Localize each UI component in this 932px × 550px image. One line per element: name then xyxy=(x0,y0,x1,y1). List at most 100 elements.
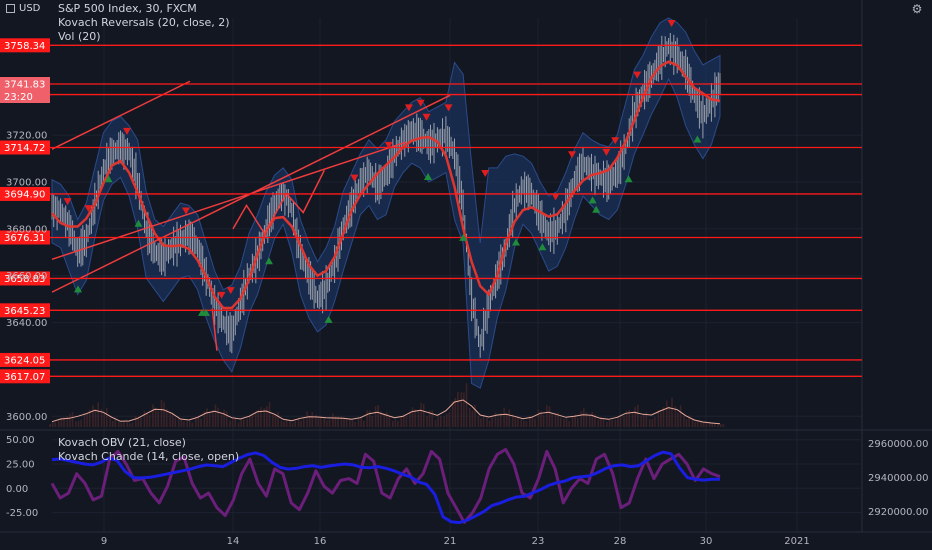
volume-bar-6-1 xyxy=(103,413,105,427)
volume-bar-38-0 xyxy=(374,406,377,427)
volume-bar-57-0 xyxy=(537,409,540,427)
volume-bar-14-1 xyxy=(171,413,174,427)
volume-bar-30-1 xyxy=(308,416,311,427)
volume-bar-16-0 xyxy=(186,421,188,427)
volume-bar-50-1 xyxy=(480,418,482,427)
x-tick-1: 14 xyxy=(227,536,240,547)
volume-bar-9-1 xyxy=(129,423,131,427)
volume-bar-16-1 xyxy=(189,420,191,427)
volume-bar-48-0 xyxy=(460,392,463,427)
volume-bar-55-1 xyxy=(523,421,525,427)
volume-bar-66-1 xyxy=(617,416,619,427)
volume-bar-19-1 xyxy=(214,404,217,427)
lower-right-tick-0: 2960000.00 xyxy=(868,439,928,450)
volume-bar-60-0 xyxy=(563,418,565,427)
currency-label-group[interactable]: USD xyxy=(6,3,40,14)
volume-bar-11-2 xyxy=(148,414,151,427)
volume-bar-43-2 xyxy=(422,403,425,427)
volume-bar-22-0 xyxy=(237,422,240,427)
volume-bar-26-2 xyxy=(277,412,279,427)
volume-bar-56-2 xyxy=(534,418,536,427)
level-label-7: 3645.23 xyxy=(4,306,45,317)
volume-bar-2-1 xyxy=(69,414,71,427)
lower-left-tick-2: 0.00 xyxy=(6,484,28,495)
volume-bar-12-1 xyxy=(154,407,157,427)
volume-bar-22-2 xyxy=(243,419,245,427)
gear-icon[interactable]: ⚙ xyxy=(910,2,924,16)
volume-bar-46-1 xyxy=(445,413,448,427)
volume-bar-5-1 xyxy=(94,409,97,427)
x-tick-0: 9 xyxy=(101,536,107,547)
y-tick-4: 3640.00 xyxy=(6,318,47,329)
volume-bar-71-1 xyxy=(660,412,662,427)
volume-bar-65-1 xyxy=(608,419,611,427)
volume-bar-60-1 xyxy=(565,418,568,427)
volume-bar-64-2 xyxy=(602,418,605,427)
volume-bar-53-0 xyxy=(503,407,505,427)
volume-bar-29-1 xyxy=(300,420,302,427)
volume-bar-24-2 xyxy=(260,407,262,427)
volume-bar-44-2 xyxy=(431,410,433,427)
volume-bar-57-2 xyxy=(542,415,545,427)
volume-bar-75-0 xyxy=(691,419,694,427)
volume-bar-36-1 xyxy=(360,417,362,427)
volume-bar-29-2 xyxy=(303,417,305,427)
volume-bar-12-0 xyxy=(152,404,154,427)
volume-bar-39-1 xyxy=(386,412,388,427)
volume-bar-51-0 xyxy=(486,417,488,427)
volume-bar-70-2 xyxy=(654,417,656,427)
volume-bar-50-0 xyxy=(477,415,480,427)
volume-bar-40-2 xyxy=(397,421,399,427)
volume-bar-27-2 xyxy=(285,419,288,427)
volume-bar-2-2 xyxy=(71,412,74,427)
volume-bar-5-0 xyxy=(92,405,94,427)
chart-canvas[interactable]: 3758.343741.833737.323714.723694.903676.… xyxy=(0,0,932,550)
x-tick-3: 21 xyxy=(444,536,457,547)
indicator-chande[interactable]: Kovach Chande (14, close, open) xyxy=(58,450,239,464)
volume-bar-18-2 xyxy=(208,411,211,427)
volume-bar-56-1 xyxy=(531,417,534,427)
volume-bar-10-1 xyxy=(137,418,140,427)
volume-bar-6-2 xyxy=(106,407,108,427)
volume-bar-34-0 xyxy=(340,415,343,427)
volume-bar-39-2 xyxy=(388,415,391,427)
volume-bar-76-1 xyxy=(702,422,705,427)
volume-bar-25-2 xyxy=(268,402,271,427)
volume-bar-32-2 xyxy=(328,419,331,427)
volume-bar-10-2 xyxy=(140,417,142,427)
volume-bar-13-0 xyxy=(160,399,163,427)
volume-bar-15-0 xyxy=(177,418,180,427)
volume-bar-66-0 xyxy=(614,419,617,427)
volume-bar-0-0 xyxy=(49,424,51,427)
volume-bar-0-1 xyxy=(52,422,54,427)
volume-bar-45-2 xyxy=(440,416,442,427)
volume-bar-21-2 xyxy=(234,417,236,427)
volume-bar-48-2 xyxy=(465,383,468,427)
volume-bar-41-0 xyxy=(400,417,403,427)
indicator-reversals[interactable]: Kovach Reversals (20, close, 2) xyxy=(58,16,230,30)
volume-bar-32-1 xyxy=(326,420,328,427)
x-tick-6: 30 xyxy=(700,536,713,547)
volume-bar-31-1 xyxy=(317,418,320,427)
volume-bar-28-0 xyxy=(289,421,291,427)
volume-bar-32-0 xyxy=(323,418,326,427)
volume-bar-37-2 xyxy=(371,415,374,427)
volume-bar-37-0 xyxy=(366,410,368,427)
volume-bar-26-0 xyxy=(272,414,274,427)
symbol-line[interactable]: S&P 500 Index, 30, FXCM xyxy=(58,2,230,16)
volume-bar-24-0 xyxy=(254,413,257,427)
countdown-label: 23:20 xyxy=(4,92,33,103)
indicator-volume[interactable]: Vol (20) xyxy=(58,30,230,44)
volume-bar-68-2 xyxy=(637,404,639,427)
volume-bar-78-2 xyxy=(722,424,725,427)
volume-bar-18-1 xyxy=(206,408,208,427)
y-tick-2: 3680.00 xyxy=(6,224,47,235)
level-label-8: 3624.05 xyxy=(4,355,45,366)
volume-bar-14-2 xyxy=(174,417,177,427)
indicator-obv[interactable]: Kovach OBV (21, close) xyxy=(58,436,239,450)
volume-bar-70-1 xyxy=(651,419,654,427)
volume-bar-26-1 xyxy=(274,415,277,427)
level-label-0: 3758.34 xyxy=(4,41,45,52)
volume-bar-42-2 xyxy=(414,409,416,427)
volume-bar-21-1 xyxy=(231,417,234,427)
